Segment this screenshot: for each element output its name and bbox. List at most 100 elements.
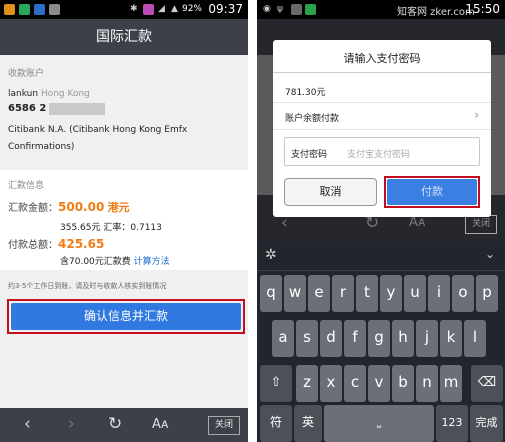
font-size-icon[interactable]: Aᴀ: [152, 417, 169, 432]
amount-label: 汇款金额：: [8, 203, 58, 214]
key-o[interactable]: o: [452, 275, 474, 312]
android-icon: [49, 4, 60, 15]
app-notification-icon: [19, 4, 30, 15]
forward-icon[interactable]: ›: [68, 414, 75, 434]
shift-key[interactable]: ⇧: [260, 365, 292, 402]
conversion-row: 355.65元 汇率：0.7113: [60, 220, 162, 233]
key-r[interactable]: r: [332, 275, 354, 312]
done-key[interactable]: 完成: [470, 405, 503, 442]
cancel-button[interactable]: 取消: [284, 178, 377, 206]
password-placeholder: 支付宝支付密码: [347, 150, 411, 160]
key-s[interactable]: s: [296, 320, 318, 357]
close-button[interactable]: 关闭: [208, 416, 240, 435]
recipient-region: Hong Kong: [40, 89, 90, 99]
key-v[interactable]: v: [368, 365, 390, 402]
key-z[interactable]: z: [296, 365, 318, 402]
account-number: 6586 2: [8, 103, 47, 114]
key-n[interactable]: n: [416, 365, 438, 402]
battery-level: 92%: [181, 4, 202, 14]
remit-info-label: 汇款信息: [8, 181, 45, 191]
exchange-rate: 汇率：0.7113: [103, 223, 162, 233]
total-label: 付款总额：: [8, 240, 58, 251]
clock: 09:37: [208, 2, 243, 16]
pay-amount: 781.30元: [285, 88, 326, 98]
refresh-icon[interactable]: ↻: [108, 414, 122, 434]
signal-icon: ▲: [171, 4, 178, 14]
remittance-screen: ✱ ◢ ▲ 92% 09:37 国际汇款 收款账户 lankun Hong Ko…: [0, 0, 248, 442]
payment-password-screen: ◉ ψ 知客网 zker.com 15:50 ‹ ↻ Aᴀ 关闭 请输入支付密码…: [257, 0, 505, 442]
space-key[interactable]: ⎵: [324, 405, 434, 442]
key-a[interactable]: a: [272, 320, 294, 357]
close-button: 关闭: [465, 215, 497, 234]
key-t[interactable]: t: [356, 275, 378, 312]
total-row: 付款总额：425.65: [8, 236, 104, 251]
account-redaction: [49, 103, 105, 115]
total-value: 425.65: [58, 237, 105, 251]
divider: [273, 72, 491, 73]
app-notification-icon: [305, 4, 316, 15]
confirm-remit-button[interactable]: 确认信息并汇款: [11, 303, 241, 330]
font-size-icon: Aᴀ: [409, 215, 426, 230]
key-i[interactable]: i: [428, 275, 450, 312]
payment-method: 账户余额付款: [285, 114, 340, 124]
clock: 15:50: [465, 2, 500, 16]
amount-value: 500.00: [58, 200, 105, 214]
number-key[interactable]: 123: [436, 405, 468, 442]
recipient-label: 收款账户: [8, 69, 45, 79]
divider: [273, 129, 491, 130]
key-j[interactable]: j: [416, 320, 438, 357]
pay-button[interactable]: 付款: [387, 179, 477, 205]
key-x[interactable]: x: [320, 365, 342, 402]
chevron-right-icon: ›: [474, 108, 479, 122]
symbol-key[interactable]: 符: [260, 405, 292, 442]
status-bar: ✱ ◢ ▲ 92% 09:37: [0, 0, 248, 19]
key-m[interactable]: m: [440, 365, 462, 402]
bank-name-line2: Confirmations): [8, 142, 75, 152]
wifi-icon: ◢: [158, 4, 165, 14]
recipient-name: lankun: [8, 89, 39, 99]
watermark: 知客网 zker.com: [397, 7, 475, 18]
key-d[interactable]: d: [320, 320, 342, 357]
password-input[interactable]: 支付密码 支付宝支付密码: [284, 137, 480, 166]
back-icon[interactable]: ‹: [24, 414, 31, 434]
language-key[interactable]: 英: [294, 405, 322, 442]
key-u[interactable]: u: [404, 275, 426, 312]
password-label: 支付密码: [291, 150, 328, 160]
key-c[interactable]: c: [344, 365, 366, 402]
browser-toolbar: ‹ › ↻ Aᴀ 关闭: [0, 408, 248, 442]
chevron-down-icon[interactable]: ⌄: [485, 247, 495, 261]
key-e[interactable]: e: [308, 275, 330, 312]
bluetooth-icon: ✱: [130, 4, 138, 14]
divider: [257, 270, 505, 271]
key-q[interactable]: q: [260, 275, 282, 312]
status-bar: ◉ ψ 知客网 zker.com 15:50: [257, 0, 505, 19]
key-w[interactable]: w: [284, 275, 306, 312]
payment-method-row[interactable]: 账户余额付款 ›: [273, 103, 491, 129]
fee-text: 含70.00元汇款费: [60, 257, 131, 267]
browser-notification-icon: [34, 4, 45, 15]
key-k[interactable]: k: [440, 320, 462, 357]
password-dialog: 请输入支付密码 781.30元 账户余额付款 › 支付密码 支付宝支付密码 取消…: [273, 40, 491, 217]
notification-icon: [4, 4, 15, 15]
bank-name-line1: Citibank N.A. (Citibank Hong Kong Emfx: [8, 125, 188, 135]
recipient-section: 收款账户 lankun Hong Kong 6586 2 Citibank N.…: [0, 56, 248, 164]
key-p[interactable]: p: [476, 275, 498, 312]
key-g[interactable]: g: [368, 320, 390, 357]
fee-calc-link[interactable]: 计算方法: [134, 257, 170, 267]
recipient-name-line: lankun Hong Kong: [8, 89, 90, 99]
key-l[interactable]: l: [464, 320, 486, 357]
key-h[interactable]: h: [392, 320, 414, 357]
key-f[interactable]: f: [344, 320, 366, 357]
app-icon: [143, 4, 154, 15]
arrival-notice: 约3-5个工作日到账，请及时与收款人核实到账情况: [8, 282, 167, 290]
dialog-title: 请输入支付密码: [343, 52, 421, 65]
key-y[interactable]: y: [380, 275, 402, 312]
key-b[interactable]: b: [392, 365, 414, 402]
screenshot-pair: ✱ ◢ ▲ 92% 09:37 国际汇款 收款账户 lankun Hong Ko…: [0, 0, 505, 442]
amount-row: 汇款金额：500.00 港元: [8, 199, 130, 215]
backspace-key[interactable]: ⌫: [471, 365, 503, 402]
remit-info-section: 汇款信息 汇款金额：500.00 港元 355.65元 汇率：0.7113 付款…: [0, 170, 248, 270]
page-title: 国际汇款: [0, 19, 248, 55]
android-icon: ◉: [263, 4, 271, 14]
settings-gear-icon[interactable]: ✲: [265, 247, 277, 263]
